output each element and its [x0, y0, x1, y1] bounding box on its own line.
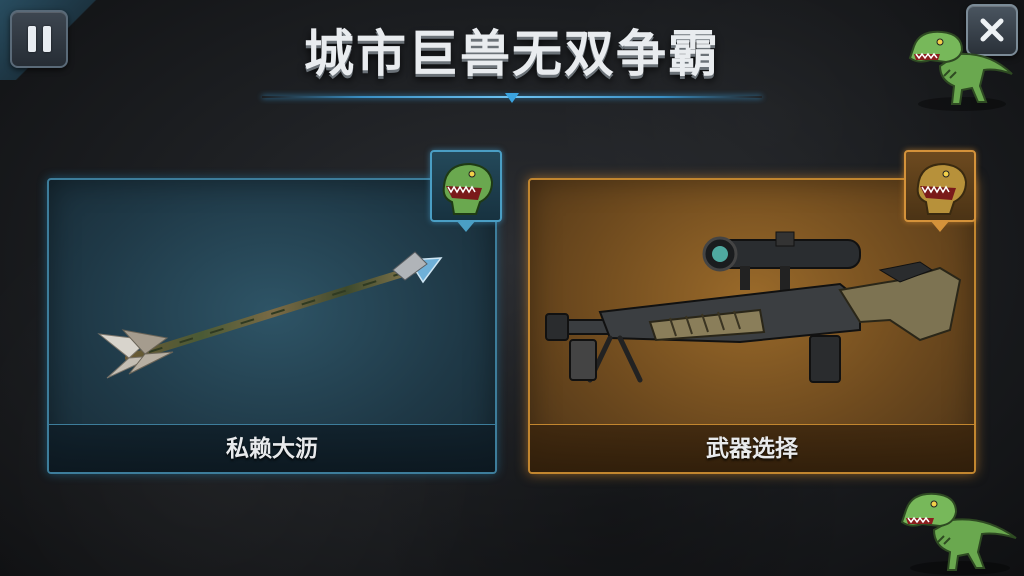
sniper-rifle-image: [545, 231, 962, 383]
page-title: 城市巨兽无双争霸: [304, 25, 720, 83]
card-label-weapon-select: 武器选择: [530, 424, 974, 472]
dinosaur-badge-left: [430, 150, 502, 222]
dinosaur-badge-right: [904, 150, 976, 222]
dinosaur-mascot-icon: [900, 492, 1017, 575]
card-label-arrow: 私赖大沥: [49, 424, 495, 472]
pause-icon: [27, 26, 36, 52]
arrow-weapon-image: [97, 251, 443, 379]
dinosaur-head-icon: [442, 162, 494, 215]
dinosaur-head-icon: [916, 162, 968, 215]
dinosaur-icon: [908, 30, 1013, 111]
weapon-card-arrow[interactable]: 私赖大沥: [47, 178, 497, 474]
pause-icon-bar: [42, 26, 51, 52]
title-notch: [505, 93, 519, 103]
pause-button[interactable]: [10, 10, 68, 68]
